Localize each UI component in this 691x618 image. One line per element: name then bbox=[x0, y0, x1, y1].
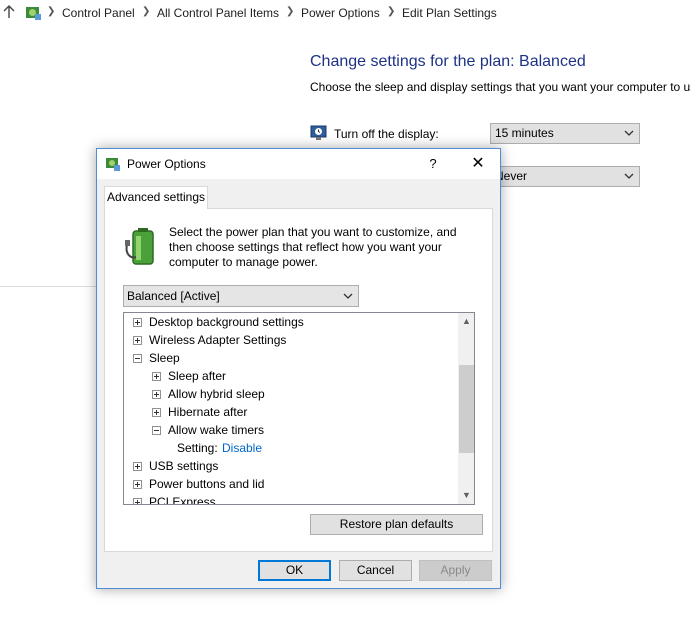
tree-item-label: Sleep bbox=[149, 351, 180, 365]
tab-advanced-settings[interactable]: Advanced settings bbox=[104, 186, 208, 209]
expand-icon[interactable] bbox=[152, 372, 161, 381]
control-panel-icon bbox=[24, 4, 42, 25]
tree-item-label: Allow wake timers bbox=[168, 423, 265, 437]
dialog-titlebar[interactable]: Power Options ? ✕ bbox=[97, 149, 500, 179]
dialog-title: Power Options bbox=[127, 157, 206, 171]
expand-icon[interactable] bbox=[133, 336, 142, 345]
address-bar: ❯ Control Panel ❯ All Control Panel Item… bbox=[0, 0, 691, 26]
ok-button[interactable]: OK bbox=[258, 560, 331, 581]
chevron-down-icon bbox=[343, 287, 353, 312]
display-timeout-select[interactable]: 15 minutes bbox=[490, 123, 640, 144]
cancel-button[interactable]: Cancel bbox=[339, 560, 412, 581]
tree-item[interactable]: Sleep after bbox=[124, 367, 457, 385]
tree-item-label: Power buttons and lid bbox=[149, 477, 265, 491]
chevron-down-icon bbox=[624, 124, 634, 149]
tree-item-label: Desktop background settings bbox=[149, 315, 304, 329]
display-timer-icon bbox=[310, 125, 328, 144]
breadcrumb-separator-icon: ❯ bbox=[286, 6, 295, 17]
apply-button: Apply bbox=[419, 560, 492, 581]
tree-item[interactable]: Allow hybrid sleep bbox=[124, 385, 457, 403]
breadcrumb-control-panel[interactable]: Control Panel bbox=[62, 6, 135, 20]
tree-item[interactable]: Setting: Disable bbox=[124, 439, 457, 457]
tree-item-label: Allow hybrid sleep bbox=[168, 387, 265, 401]
tree-item[interactable]: Power buttons and lid bbox=[124, 475, 457, 493]
expand-icon[interactable] bbox=[152, 390, 161, 399]
power-plan-value: Balanced [Active] bbox=[127, 289, 220, 303]
page-title: Change settings for the plan: Balanced bbox=[310, 53, 586, 70]
intro-text: Select the power plan that you want to c… bbox=[169, 225, 457, 269]
collapse-icon[interactable] bbox=[133, 354, 142, 363]
breadcrumb-power-options[interactable]: Power Options bbox=[301, 6, 380, 20]
tree-item[interactable]: Hibernate after bbox=[124, 403, 457, 421]
expand-icon[interactable] bbox=[133, 480, 142, 489]
display-timeout-label: Turn off the display: bbox=[334, 127, 439, 141]
expand-icon[interactable] bbox=[133, 318, 142, 327]
expand-icon[interactable] bbox=[152, 408, 161, 417]
scroll-up-icon[interactable]: ▲ bbox=[458, 313, 474, 330]
power-options-icon bbox=[105, 156, 121, 175]
collapse-icon[interactable] bbox=[152, 426, 161, 435]
tree-item-label: Sleep after bbox=[168, 369, 227, 383]
advanced-settings-panel: Select the power plan that you want to c… bbox=[104, 208, 493, 552]
tree-item-label: Setting: bbox=[177, 441, 218, 455]
breadcrumb-edit-plan[interactable]: Edit Plan Settings bbox=[402, 6, 497, 20]
scrollbar-thumb[interactable] bbox=[459, 365, 474, 453]
tree-item-label: USB settings bbox=[149, 459, 219, 473]
chevron-down-icon bbox=[624, 167, 634, 192]
section-divider bbox=[0, 286, 100, 287]
breadcrumb-separator-icon: ❯ bbox=[142, 6, 151, 17]
settings-tree[interactable]: Desktop background settings Wireless Adap… bbox=[123, 312, 475, 505]
tree-item[interactable]: Allow wake timers bbox=[124, 421, 457, 439]
close-button[interactable]: ✕ bbox=[460, 149, 496, 179]
tree-item-label: Hibernate after bbox=[168, 405, 248, 419]
power-plan-select[interactable]: Balanced [Active] bbox=[123, 285, 359, 307]
sleep-timeout-select[interactable]: Never bbox=[490, 166, 640, 187]
tree-item[interactable]: PCI Express bbox=[124, 493, 457, 505]
page-subtitle: Choose the sleep and display settings th… bbox=[310, 80, 691, 94]
tree-item-label: PCI Express bbox=[149, 495, 216, 505]
expand-icon[interactable] bbox=[133, 462, 142, 471]
tree-item-label: Wireless Adapter Settings bbox=[149, 333, 287, 347]
breadcrumb-all-items[interactable]: All Control Panel Items bbox=[157, 6, 279, 20]
power-options-dialog: Power Options ? ✕ Advanced settings Sele… bbox=[96, 148, 501, 589]
up-arrow-icon[interactable] bbox=[3, 5, 15, 22]
restore-plan-defaults-button[interactable]: Restore plan defaults bbox=[310, 514, 483, 535]
tree-item[interactable]: Wireless Adapter Settings bbox=[124, 331, 457, 349]
breadcrumb-separator-icon: ❯ bbox=[387, 6, 396, 17]
setting-value-link[interactable]: Disable bbox=[222, 439, 262, 457]
breadcrumb-separator-icon: ❯ bbox=[47, 6, 56, 17]
vertical-scrollbar[interactable]: ▲ ▼ bbox=[458, 313, 474, 504]
tree-item[interactable]: USB settings bbox=[124, 457, 457, 475]
tree-item[interactable]: Desktop background settings bbox=[124, 313, 457, 331]
help-button[interactable]: ? bbox=[418, 149, 448, 179]
display-timeout-value: 15 minutes bbox=[495, 126, 554, 140]
battery-power-icon bbox=[124, 227, 160, 270]
scroll-down-icon[interactable]: ▼ bbox=[458, 487, 474, 504]
tree-item[interactable]: Sleep bbox=[124, 349, 457, 367]
expand-icon[interactable] bbox=[133, 498, 142, 504]
